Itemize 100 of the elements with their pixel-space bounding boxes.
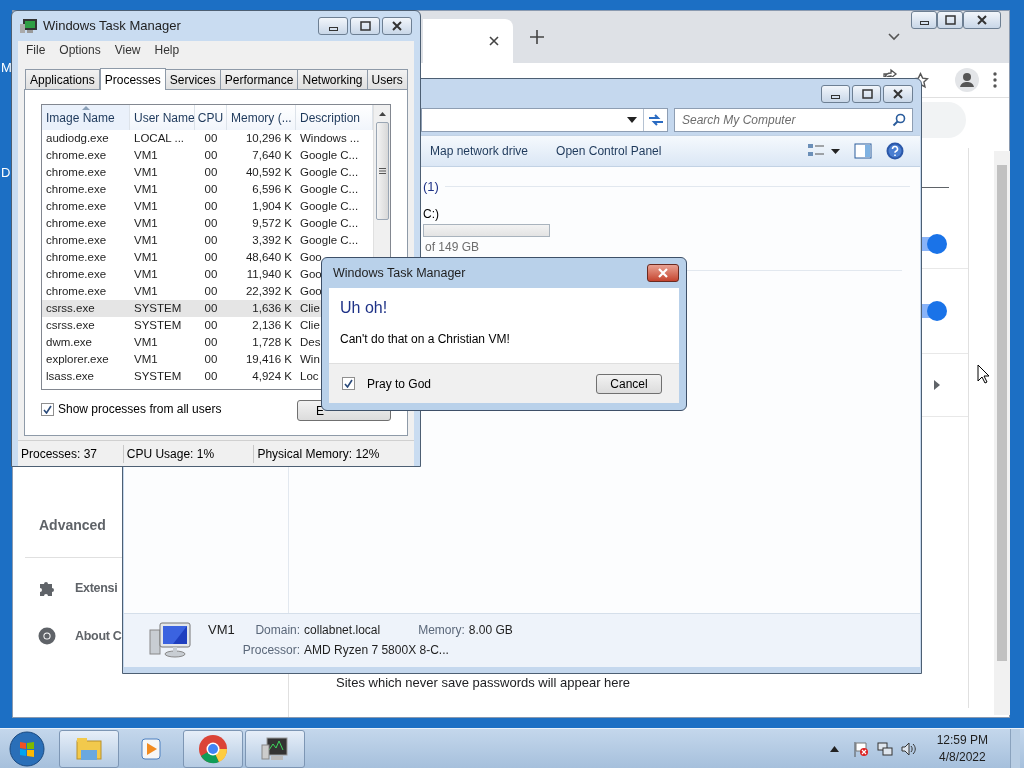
tab[interactable]: Applications (25, 69, 100, 89)
cancel-button[interactable]: Cancel (596, 373, 662, 394)
table-cell-text: Goo (299, 283, 323, 299)
clock[interactable]: 12:59 PM 4/8/2022 (936, 731, 988, 766)
tab[interactable]: Services (164, 69, 221, 89)
desktop-icon-label[interactable]: D (1, 163, 11, 183)
dialog-title: Windows Task Manager (333, 264, 466, 282)
tab[interactable]: Users (366, 69, 408, 89)
column-header[interactable]: CPU (195, 105, 227, 130)
table-cell-text: 00 (203, 351, 219, 367)
table-cell-text: LOCAL ... (133, 130, 186, 146)
status-text: Physical Memory: 12% (256, 445, 381, 463)
table-cell-text: chrome.exe (45, 249, 108, 265)
table-cell-text: 00 (203, 164, 219, 180)
table-cell-text: chrome.exe (45, 232, 108, 248)
dialog-message: Can't do that on a Christian VM! (340, 331, 510, 348)
search-field[interactable]: Search My Computer (674, 108, 913, 132)
table-cell-text: chrome.exe (45, 181, 108, 197)
table-cell-text: 00 (203, 181, 219, 197)
table-cell-text: 00 (203, 368, 219, 384)
table-cell-text: Goo (299, 249, 323, 265)
table-cell-text: 00 (203, 317, 219, 333)
table-cell-text: dwm.exe (45, 334, 94, 350)
menu-item[interactable]: View (114, 41, 141, 59)
toolbar-button[interactable]: Map network drive (422, 139, 537, 163)
table-cell-text: Clie (299, 317, 321, 333)
section-heading[interactable]: Advanced (39, 515, 106, 536)
table-cell-text: Google C... (299, 181, 360, 197)
table-cell-text: audiodg.exe (45, 130, 110, 146)
table-cell-text: SYSTEM (133, 317, 183, 333)
table-cell-text: chrome.exe (45, 266, 108, 282)
table-cell-text: VM1 (133, 266, 159, 282)
table-cell-text: 00 (203, 334, 219, 350)
checkbox-label: Show processes from all users (58, 401, 222, 418)
table-cell-text: Google C... (299, 215, 360, 231)
tab[interactable]: Performance (219, 69, 299, 89)
table-cell-text: 1,904 K (251, 198, 293, 214)
table-cell-text: 4,924 K (251, 368, 293, 384)
menu-item[interactable]: Help (154, 41, 180, 59)
table-cell-text: 6,596 K (251, 181, 293, 197)
table-cell-text: 48,640 K (244, 249, 293, 265)
table-cell-text: 00 (203, 266, 219, 282)
table-cell-text: 00 (203, 215, 219, 231)
table-cell-text: chrome.exe (45, 215, 108, 231)
status-text: CPU Usage: 1% (123, 444, 255, 463)
table-cell-text: 40,592 K (244, 164, 293, 180)
table-cell-text: Google C... (299, 198, 360, 214)
table-cell-text: VM1 (133, 198, 159, 214)
table-cell-text: VM1 (133, 232, 159, 248)
table-cell-text: Des (299, 334, 322, 350)
table-cell-text: VM1 (133, 215, 159, 231)
table-cell-text: Google C... (299, 164, 360, 180)
field-value: collabnet.local (304, 622, 381, 639)
table-cell-text: Win (299, 351, 321, 367)
clock-date: 4/8/2022 (938, 748, 986, 766)
table-cell-text: VM1 (133, 181, 159, 197)
table-cell-text: 00 (203, 283, 219, 299)
table-cell-text: 00 (203, 198, 219, 214)
status-text: Processes: 37 (18, 444, 124, 463)
tab[interactable]: Networking (297, 69, 368, 89)
computer-name: VM1 (208, 621, 235, 639)
drive-name[interactable]: C:) (423, 204, 439, 223)
table-cell-text: 22,392 K (244, 283, 293, 299)
table-cell-text: 19,416 K (244, 351, 293, 367)
sidebar-link[interactable]: Extensi (75, 579, 118, 598)
window-title: Windows Task Manager (43, 17, 181, 36)
desktop-icon-label[interactable]: M (1, 58, 12, 78)
table-cell-text: chrome.exe (45, 198, 108, 214)
toolbar-button[interactable]: Open Control Panel (548, 139, 670, 163)
column-header[interactable]: User Name (130, 105, 195, 130)
tab[interactable]: Processes (99, 68, 166, 90)
table-cell-text: VM1 (133, 283, 159, 299)
table-cell-text: 00 (203, 147, 219, 163)
empty-message: Sites which never save passwords will appear here (336, 674, 631, 692)
table-cell-text: 10,296 K (244, 130, 293, 146)
table-cell-text: SYSTEM (133, 300, 183, 316)
drive-size: of 149 GB (425, 238, 480, 256)
table-cell-text: lsass.exe (45, 368, 95, 384)
sidebar-link[interactable]: About C (75, 627, 122, 646)
table-cell-text: chrome.exe (45, 164, 108, 180)
table-cell-text: csrss.exe (45, 300, 96, 316)
table-cell-text: 2,136 K (251, 317, 293, 333)
table-cell-text: Google C... (299, 147, 360, 163)
clock-time: 12:59 PM (936, 731, 988, 749)
table-cell-text: csrss.exe (45, 317, 96, 333)
table-cell-text: 00 (203, 130, 219, 146)
table-cell-text: Goo (299, 266, 323, 282)
table-cell-text: 1,636 K (251, 300, 293, 316)
table-cell-text: explorer.exe (45, 351, 110, 367)
field-label: Domain: (254, 622, 301, 639)
menu-item[interactable]: Options (59, 41, 101, 59)
table-cell-text: 00 (203, 232, 219, 248)
field-label: Processor: (242, 642, 301, 659)
menu-item[interactable]: File (26, 41, 46, 59)
field-value: AMD Ryzen 7 5800X 8-C... (304, 642, 450, 659)
table-cell-text: 1,728 K (251, 334, 293, 350)
table-cell-text: 9,572 K (251, 215, 293, 231)
table-cell-text: Clie (299, 300, 321, 316)
column-header[interactable]: Image Name (42, 105, 130, 130)
column-header[interactable]: Memory (... (227, 105, 296, 130)
